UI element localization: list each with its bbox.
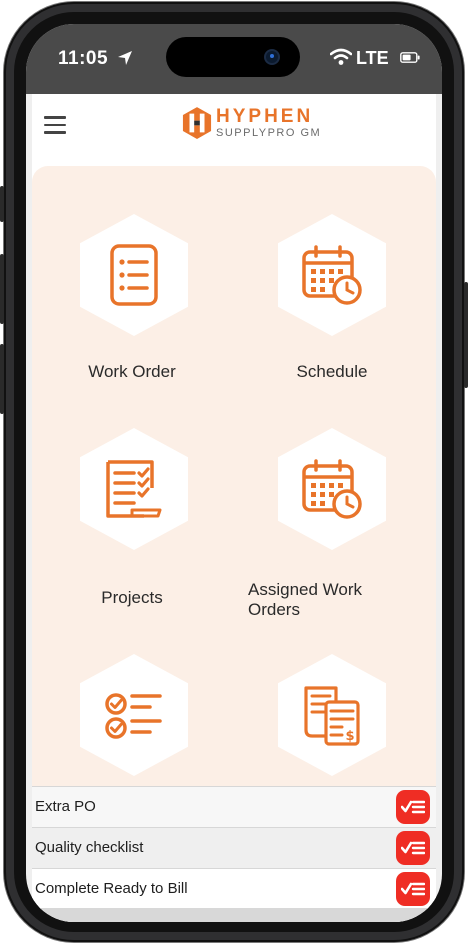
dynamic-island	[166, 37, 300, 77]
hyphen-logo-mark-icon	[182, 107, 212, 139]
checklist-document-icon	[106, 460, 162, 518]
hexagon-badge	[278, 214, 386, 336]
hyphen-logo: HYPHEN SUPPLYPRO GM	[182, 104, 342, 148]
app-bar: HYPHEN SUPPLYPRO GM	[32, 94, 436, 158]
calendar-clock-icon	[302, 245, 362, 305]
wifi-icon	[330, 48, 352, 65]
volume-down-button	[0, 344, 4, 414]
screen: 11:05 LTE HYPHEN SUPPLYPRO GM Work Order…	[26, 24, 442, 922]
action-button	[0, 186, 4, 222]
check-list-icon	[401, 841, 425, 855]
checklist-button[interactable]	[396, 872, 430, 906]
tile-invoice[interactable]: $	[232, 618, 432, 788]
checklist-button[interactable]	[396, 831, 430, 865]
list-item-extra-po[interactable]: Extra PO	[32, 786, 436, 827]
checklist-icon	[105, 693, 162, 739]
hamburger-menu-icon[interactable]	[44, 116, 66, 134]
power-button	[464, 282, 468, 388]
tile-assigned-work-orders[interactable]: Assigned Work Orders	[232, 392, 432, 619]
list-item-quality-checklist[interactable]: Quality checklist	[32, 827, 436, 868]
invoice-icon: $	[304, 686, 360, 746]
hexagon-badge	[80, 428, 188, 550]
calendar-clock-icon	[302, 459, 362, 519]
camera-icon	[266, 51, 278, 63]
main-content: Work Order Schedule Projects Assigned Wo…	[32, 158, 436, 922]
svg-text:$: $	[345, 729, 354, 744]
tile-work-order[interactable]: Work Order	[32, 166, 232, 381]
location-arrow-icon	[118, 51, 132, 65]
hexagon-badge	[80, 654, 188, 776]
tile-label: Work Order	[88, 362, 176, 381]
list-item-label: Quality checklist	[35, 839, 144, 856]
logo-sub-text: SUPPLYPRO GM	[216, 127, 322, 139]
tile-projects[interactable]: Projects	[32, 392, 232, 607]
tile-label: Projects	[101, 588, 163, 607]
network-label: LTE	[356, 48, 389, 68]
list-item-label: Extra PO	[35, 798, 96, 815]
volume-up-button	[0, 254, 4, 324]
check-list-icon	[401, 800, 425, 814]
hexagon-badge	[278, 428, 386, 550]
hexagon-badge	[80, 214, 188, 336]
tile-label: Assigned Work Orders	[248, 580, 363, 619]
tile-schedule[interactable]: Schedule	[232, 166, 432, 381]
tile-label: Schedule	[296, 362, 368, 381]
action-list: Extra PO Quality checklist Complete Read…	[32, 786, 436, 909]
hexagon-badge: $	[278, 654, 386, 776]
list-item-label: Complete Ready to Bill	[35, 880, 188, 897]
status-time: 11:05	[58, 48, 109, 69]
check-list-icon	[401, 882, 425, 896]
logo-text: HYPHEN SUPPLYPRO GM	[216, 106, 322, 140]
battery-icon	[400, 52, 420, 63]
list-item-complete-ready-to-bill[interactable]: Complete Ready to Bill	[32, 868, 436, 909]
checklist-button[interactable]	[396, 790, 430, 824]
logo-main-text: HYPHEN	[216, 106, 314, 127]
status-bar: 11:05 LTE	[26, 24, 442, 94]
bottom-bar	[32, 908, 436, 922]
clipboard-list-icon	[110, 244, 158, 306]
tiles-panel: Work Order Schedule Projects Assigned Wo…	[32, 166, 436, 806]
tile-checklist[interactable]	[32, 618, 232, 788]
